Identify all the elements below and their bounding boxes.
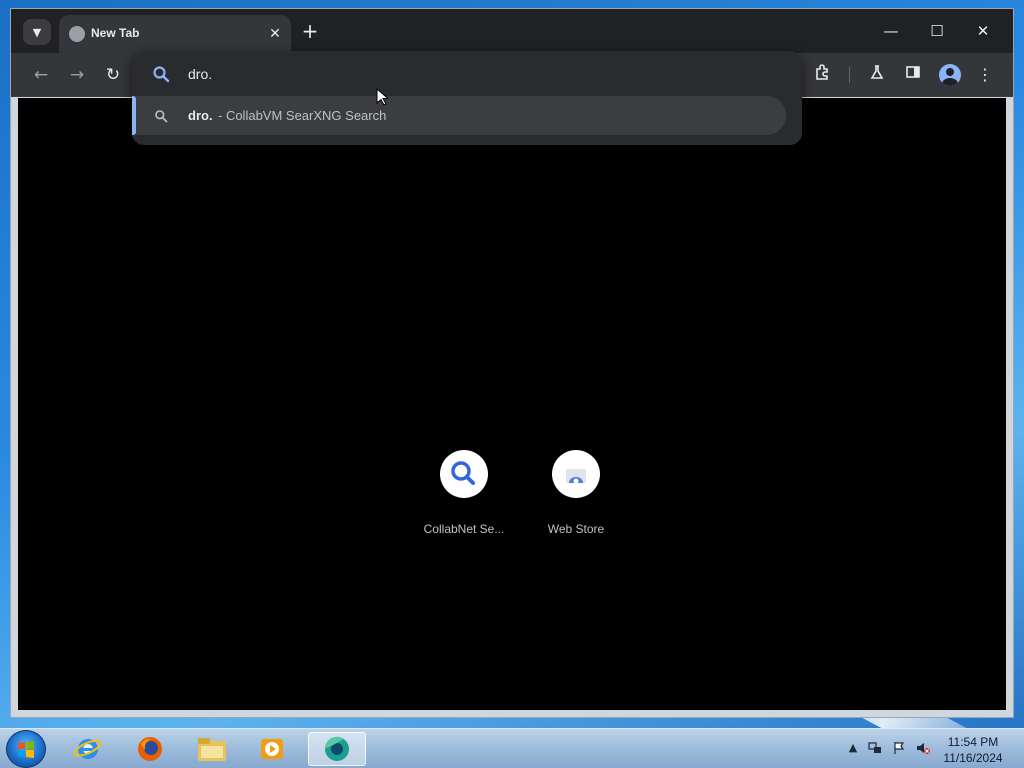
- labs-flask-icon[interactable]: [865, 63, 889, 87]
- shortcut-web-store[interactable]: Web Store: [520, 450, 632, 540]
- extensions-icon[interactable]: [811, 63, 835, 87]
- side-panel-icon[interactable]: [901, 63, 925, 87]
- chevron-down-icon: ▼: [32, 25, 42, 39]
- close-window-button[interactable]: ✕: [965, 19, 1001, 43]
- new-tab-button[interactable]: +: [297, 19, 323, 45]
- tab-close-icon[interactable]: ✕: [265, 24, 285, 44]
- action-center-flag-icon[interactable]: [892, 741, 906, 755]
- suggestion-description: - CollabVM SearXNG Search: [218, 108, 387, 123]
- shortcut-label: CollabNet Se...: [423, 522, 505, 536]
- back-button[interactable]: ←: [29, 63, 53, 87]
- start-button[interactable]: [6, 730, 46, 768]
- network-icon[interactable]: [868, 741, 882, 755]
- volume-muted-icon[interactable]: [916, 741, 930, 755]
- tab-title: New Tab: [91, 26, 140, 40]
- globe-icon: [69, 26, 85, 42]
- omnibox-suggestion[interactable]: dro. - CollabVM SearXNG Search: [132, 96, 786, 135]
- more-menu-icon[interactable]: ⋮: [973, 63, 997, 87]
- new-tab-page: CollabNet Se... Web Store: [18, 98, 1006, 710]
- forward-button[interactable]: →: [65, 63, 89, 87]
- profile-avatar-icon[interactable]: [939, 64, 961, 86]
- media-player-icon[interactable]: [250, 732, 294, 766]
- show-hidden-icons-icon[interactable]: ▲: [846, 741, 860, 755]
- suggestion-query: dro.: [188, 108, 213, 123]
- system-clock[interactable]: 11:54 PM 11/16/2024: [930, 734, 1016, 766]
- shortcut-label: Web Store: [547, 522, 605, 536]
- web-store-icon: [552, 450, 600, 498]
- firefox-icon[interactable]: [128, 732, 172, 766]
- suggestion-selected-indicator: [132, 96, 136, 135]
- search-icon: [152, 65, 170, 83]
- search-icon: [154, 108, 168, 123]
- windows-logo-icon: [18, 741, 34, 758]
- address-bar-input[interactable]: [188, 63, 768, 85]
- search-magnifier-icon: [440, 450, 488, 498]
- internet-explorer-icon[interactable]: [66, 732, 110, 766]
- file-explorer-icon[interactable]: [190, 732, 234, 766]
- minimize-button[interactable]: —: [873, 19, 909, 43]
- reload-button[interactable]: ↻: [101, 63, 125, 87]
- maximize-button[interactable]: ☐: [919, 19, 955, 43]
- chromium-icon[interactable]: [308, 732, 366, 766]
- toolbar-divider: [849, 67, 850, 83]
- omnibox-dropdown: dro. - CollabVM SearXNG Search: [132, 51, 802, 145]
- clock-date: 11/16/2024: [943, 751, 1003, 765]
- title-bar: ▼ New Tab ✕ + — ☐ ✕: [11, 9, 1013, 53]
- tab-new-tab[interactable]: New Tab ✕: [59, 15, 291, 53]
- mouse-cursor-icon: [376, 87, 390, 106]
- taskbar: ▲ 11:54 PM 11/16/2024: [0, 728, 1024, 768]
- tab-search-button[interactable]: ▼: [23, 19, 51, 45]
- shortcut-collabnet-search[interactable]: CollabNet Se...: [408, 450, 520, 540]
- clock-time: 11:54 PM: [947, 735, 999, 749]
